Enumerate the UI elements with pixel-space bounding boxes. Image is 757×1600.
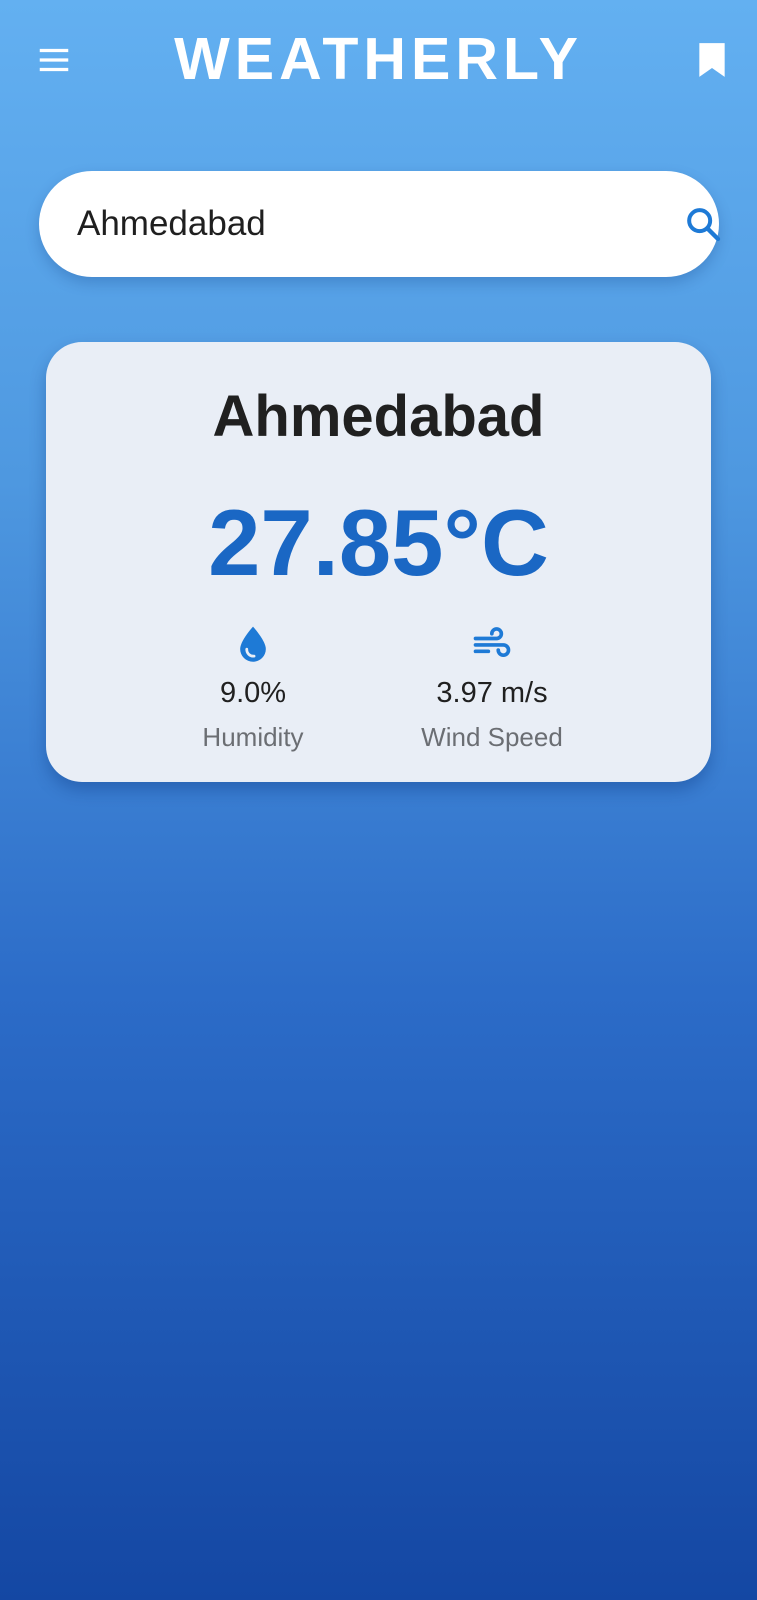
wind-stat: 3.97 m/s Wind Speed [362,622,622,754]
humidity-stat: 9.0% Humidity [123,622,383,754]
bookmark-button[interactable] [682,28,742,92]
humidity-label: Humidity [202,722,304,752]
app-title: WEATHERLY [174,26,583,92]
app-bar: WEATHERLY [0,0,757,115]
bookmark-icon [699,43,725,77]
weather-card: Ahmedabad 27.85°C 9.0% Humidity 3.97 m/s… [46,342,711,782]
search-input[interactable] [77,189,617,259]
search-icon [687,208,721,242]
city-name: Ahmedabad [212,384,545,449]
search-button[interactable] [673,194,733,254]
temperature-value: 27.85°C [208,490,549,595]
search-bar [39,171,721,277]
humidity-value: 9.0% [219,677,287,709]
wind-speed-value: 3.97 m/s [436,677,548,709]
wind-icon [473,627,511,657]
wind-speed-label: Wind Speed [421,722,563,752]
water-drop-icon [240,626,266,662]
